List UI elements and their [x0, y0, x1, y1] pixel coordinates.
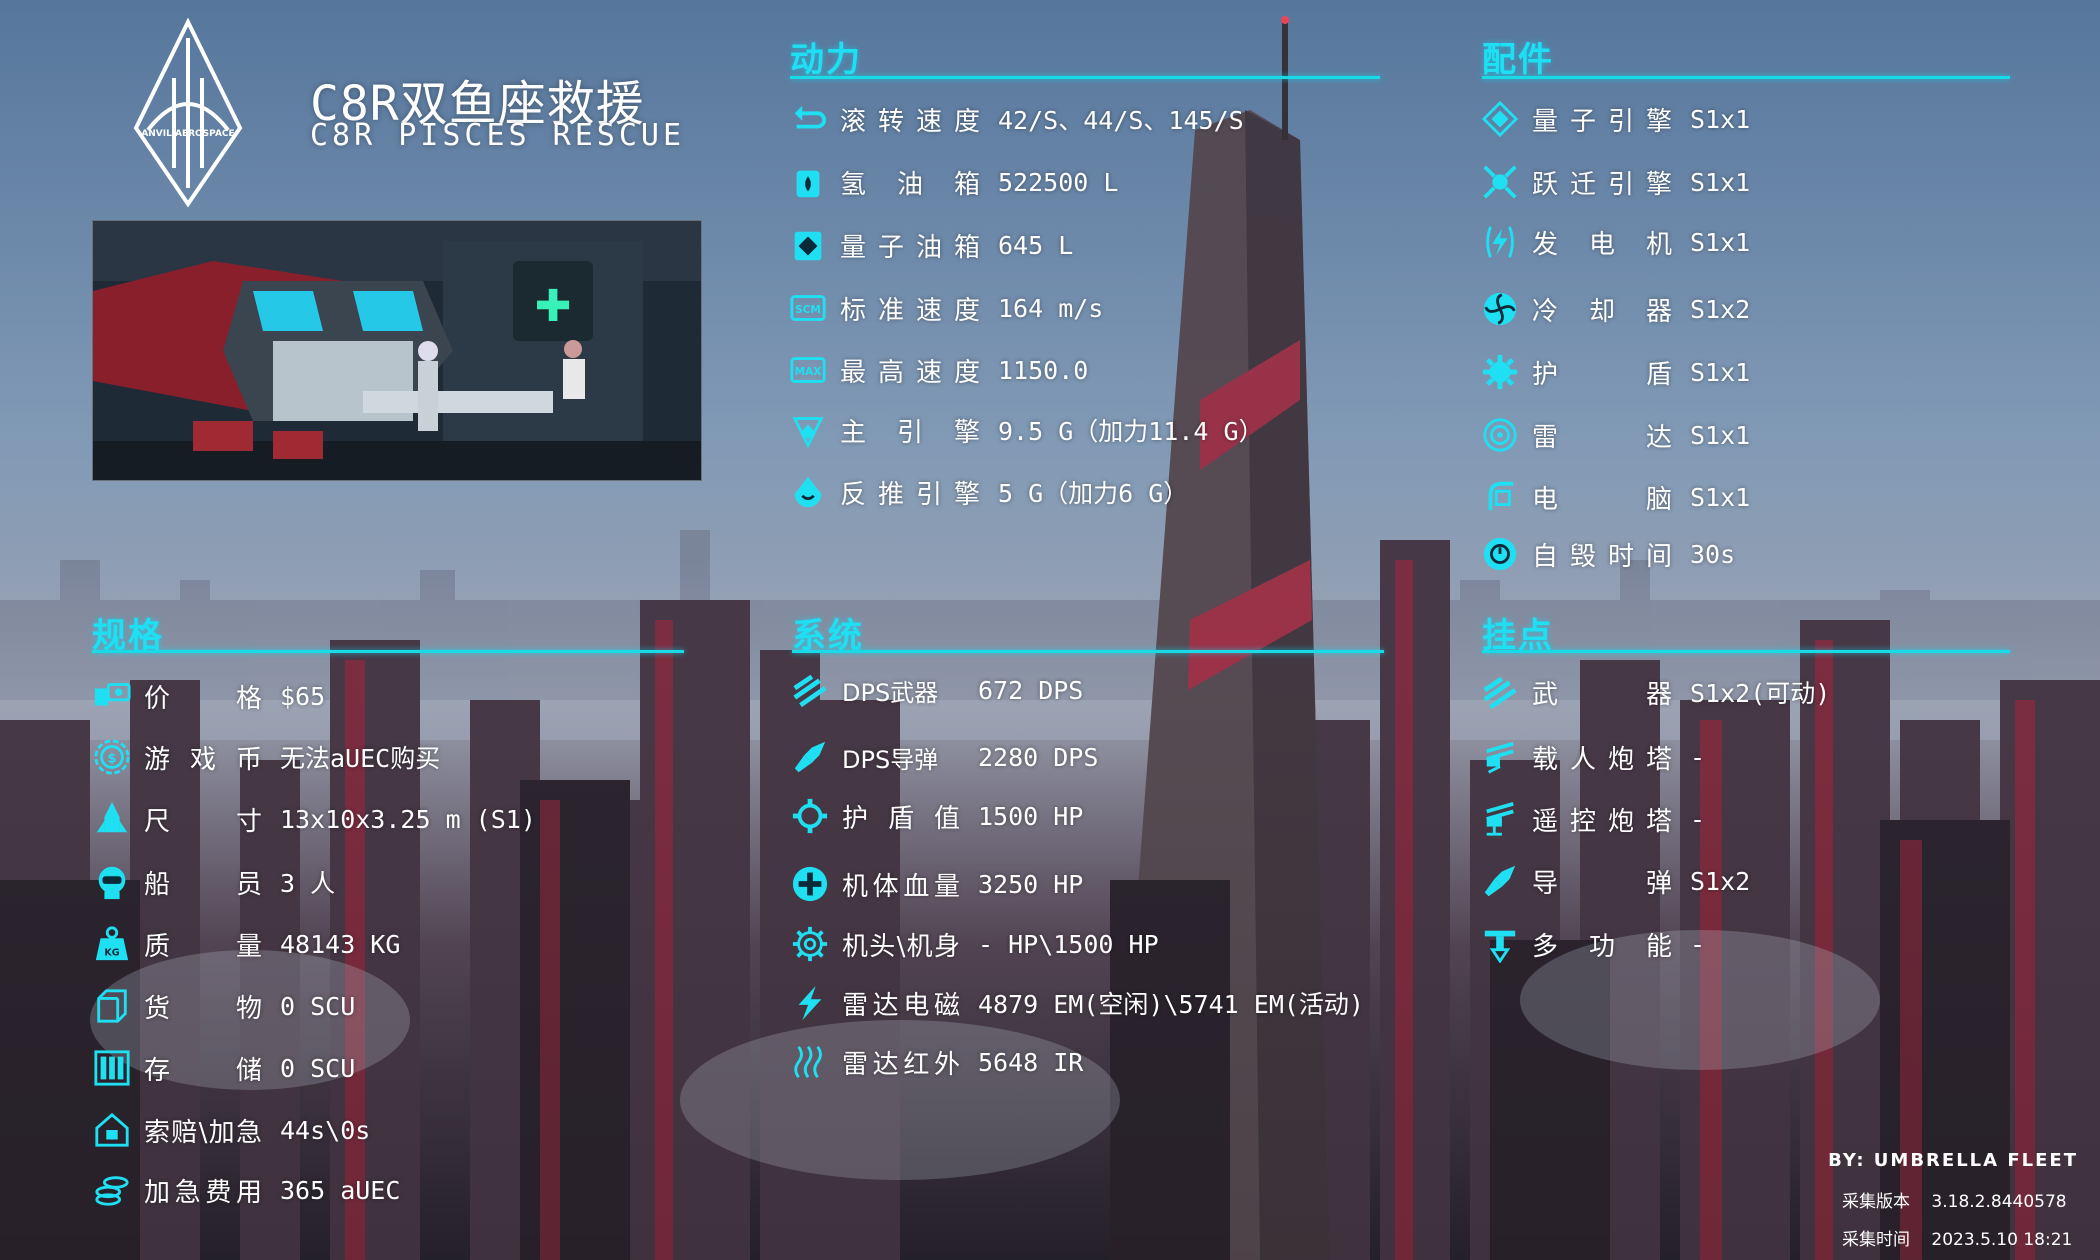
specs-row: $ 游 戏 币 无法aUEC购买: [92, 735, 440, 779]
retro-thruster-icon: [788, 472, 828, 512]
hardpoints-row: 武 器 S1x2(可动): [1480, 670, 1830, 714]
version-info: 采集版本 3.18.2.8440578: [1842, 1192, 2067, 1212]
radar-icon: [1480, 415, 1520, 455]
svg-text:MAX: MAX: [795, 366, 822, 378]
power-row: 反推引擎 5 G（加力6 G）: [788, 470, 1188, 514]
ir-icon: [790, 1042, 830, 1082]
system-row: DPS导弹 2280 DPS: [790, 735, 1098, 779]
credit-text: BY: UMBRELLA FLEET: [1828, 1150, 2078, 1171]
parts-row: 雷 达 S1x1: [1480, 413, 1750, 457]
anvil-logo: ANVIL AEROSPACE: [133, 18, 243, 208]
power-plant-icon: [1480, 222, 1520, 262]
main-thruster-icon: [788, 410, 828, 450]
hardpoints-row: 导 弹 S1x2: [1480, 859, 1750, 903]
hull-hp-icon: [790, 864, 830, 904]
parts-row: 量子引擎 S1x1: [1480, 97, 1750, 141]
storage-icon: [92, 1048, 132, 1088]
svg-text:$: $: [107, 752, 116, 767]
gear-icon: [790, 924, 830, 964]
ship-title-en: C8R PISCES RESCUE: [310, 118, 686, 153]
specs-row: 船 员 3 人: [92, 860, 335, 904]
specs-row: 货 物 0 SCU: [92, 984, 355, 1028]
weapon-icon: [1480, 672, 1520, 712]
specs-row: 加急费用 365 aUEC: [92, 1168, 400, 1212]
parts-row: 电 脑 S1x1: [1480, 475, 1750, 519]
system-row: 机头\机身 - HP\1500 HP: [790, 922, 1159, 966]
quantum-tank-icon: [788, 225, 828, 265]
section-rule-power: [790, 76, 1380, 79]
size-icon: [92, 799, 132, 839]
parts-row: 发 电 机 S1x1: [1480, 220, 1750, 264]
manned-turret-icon: [1480, 737, 1520, 777]
mass-icon: KG: [92, 924, 132, 964]
specs-row: KG 质 量 48143 KG: [92, 922, 400, 966]
specs-row: 索赔\加急 44s\0s: [92, 1108, 370, 1152]
power-row: 氢 油 箱 522500 L: [788, 160, 1118, 204]
expedite-icon: [92, 1170, 132, 1210]
svg-text:ANVIL AEROSPACE: ANVIL AEROSPACE: [141, 129, 234, 139]
missile-icon: [1480, 861, 1520, 901]
cooler-icon: [1480, 289, 1520, 329]
crew-icon: [92, 862, 132, 902]
section-title-parts: 配件: [1482, 40, 1554, 80]
missile-dps-icon: [790, 737, 830, 777]
system-row: 护 盾 值 1500 HP: [790, 794, 1083, 838]
computer-icon: [1480, 477, 1520, 517]
scm-icon: SCM: [788, 288, 828, 328]
ship-photo: ✚: [92, 220, 702, 481]
coin-icon: $: [92, 737, 132, 777]
power-row: 滚转速度 42/S、44/S、145/S: [788, 97, 1244, 141]
shield-hp-icon: [790, 796, 830, 836]
parts-row: 跃迁引擎 S1x1: [1480, 160, 1750, 204]
claim-icon: [92, 1110, 132, 1150]
hardpoints-row: 多 功 能 -: [1480, 922, 1705, 966]
remote-turret-icon: [1480, 799, 1520, 839]
em-icon: [790, 983, 830, 1023]
specs-row: 价 格 $65: [92, 674, 325, 718]
cargo-icon: [92, 986, 132, 1026]
power-row: 主 引 擎 9.5 G（加力11.4 G）: [788, 408, 1264, 452]
section-rule-parts: [1482, 76, 2010, 79]
roll-icon: [788, 99, 828, 139]
capture-time: 采集时间 2023.5.10 18:21: [1842, 1230, 2073, 1250]
section-rule-hardpoints: [1482, 650, 2010, 653]
jump-drive-icon: [1480, 162, 1520, 202]
price-icon: [92, 676, 132, 716]
power-row: SCM 标准速度 164 m/s: [788, 286, 1103, 330]
specs-row: 存 储 0 SCU: [92, 1046, 355, 1090]
self-destruct-icon: [1480, 534, 1520, 574]
shield-icon: [1480, 352, 1520, 392]
svg-text:SCM: SCM: [795, 304, 821, 316]
svg-text:KG: KG: [104, 947, 119, 958]
power-row: 量子油箱 645 L: [788, 223, 1073, 267]
hardpoints-row: 遥控炮塔 -: [1480, 797, 1705, 841]
parts-row: 冷 却 器 S1x2: [1480, 287, 1750, 331]
system-row: 机体血量 3250 HP: [790, 862, 1083, 906]
hardpoints-row: 载人炮塔 -: [1480, 735, 1705, 779]
system-row: 雷达电磁 4879 EM(空闲)\5741 EM(活动): [790, 981, 1364, 1025]
parts-row: 自毁时间 30s: [1480, 532, 1735, 576]
svg-text:✚: ✚: [535, 281, 572, 332]
section-rule-specs: [92, 650, 684, 653]
system-row: DPS武器 672 DPS: [790, 668, 1083, 712]
multi-function-icon: [1480, 924, 1520, 964]
power-row: MAX 最高速度 1150.0: [788, 348, 1088, 392]
section-rule-system: [792, 650, 1384, 653]
parts-row: 护 盾 S1x1: [1480, 350, 1750, 394]
weapon-dps-icon: [790, 670, 830, 710]
quantum-drive-icon: [1480, 99, 1520, 139]
hydrogen-tank-icon: [788, 162, 828, 202]
system-row: 雷达红外 5648 IR: [790, 1040, 1083, 1084]
specs-row: 尺 寸 13x10x3.25 m (S1): [92, 797, 536, 841]
max-speed-icon: MAX: [788, 350, 828, 390]
section-title-power: 动力: [790, 40, 862, 80]
